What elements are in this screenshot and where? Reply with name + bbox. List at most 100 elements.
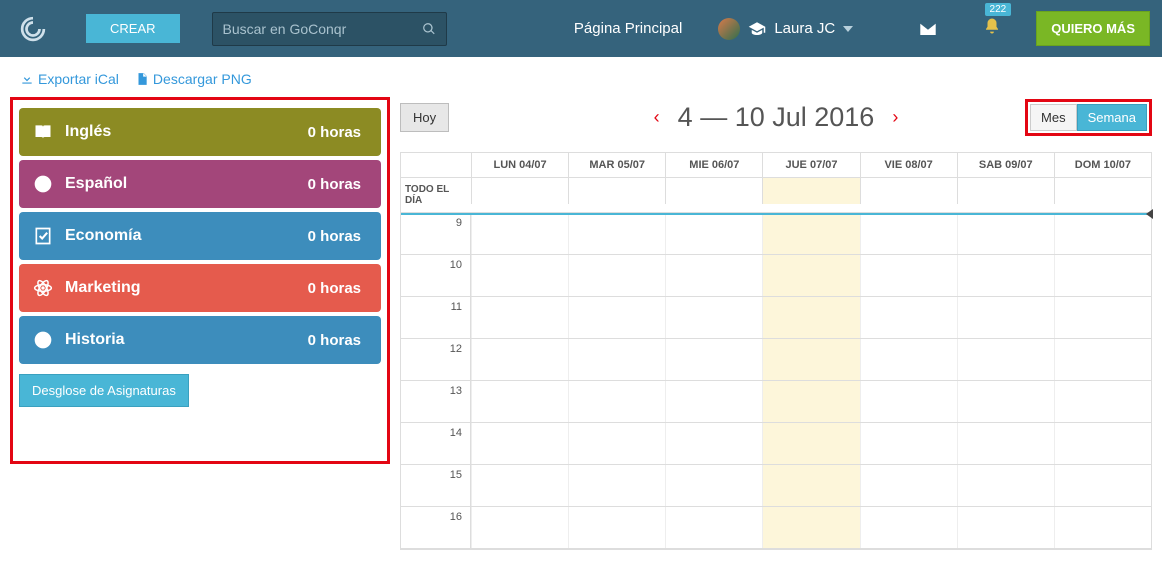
subject-row[interactable]: Marketing0 horas xyxy=(19,264,381,312)
time-cell[interactable] xyxy=(762,381,859,422)
month-view-button[interactable]: Mes xyxy=(1030,104,1077,131)
time-cell[interactable] xyxy=(471,465,568,506)
subject-row[interactable]: Español0 horas xyxy=(19,160,381,208)
calendar-grid: LUN 04/07MAR 05/07MIE 06/07JUE 07/07VIE … xyxy=(400,152,1152,550)
upgrade-button[interactable]: QUIERO MÁS xyxy=(1036,11,1150,46)
create-button[interactable]: CREAR xyxy=(86,14,180,43)
collapse-caret-icon[interactable] xyxy=(1146,209,1153,219)
time-cell[interactable] xyxy=(471,339,568,380)
time-cell[interactable] xyxy=(957,213,1054,254)
prev-week-button[interactable]: ‹ xyxy=(654,107,660,128)
time-cell[interactable] xyxy=(1054,507,1151,548)
time-cell[interactable] xyxy=(1054,423,1151,464)
all-day-cell[interactable] xyxy=(762,178,859,204)
time-cell[interactable] xyxy=(762,213,859,254)
time-cell[interactable] xyxy=(957,465,1054,506)
time-cell[interactable] xyxy=(665,297,762,338)
subject-row[interactable]: Economía0 horas xyxy=(19,212,381,260)
week-view-button[interactable]: Semana xyxy=(1077,104,1147,131)
subject-breakdown-button[interactable]: Desglose de Asignaturas xyxy=(19,374,189,407)
time-cell[interactable] xyxy=(665,465,762,506)
hour-row: 12 xyxy=(401,339,1151,381)
time-cell[interactable] xyxy=(665,255,762,296)
hour-label: 14 xyxy=(401,423,471,464)
time-cell[interactable] xyxy=(762,423,859,464)
all-day-cell[interactable] xyxy=(1054,178,1151,204)
home-link[interactable]: Página Principal xyxy=(574,20,682,37)
time-cell[interactable] xyxy=(860,255,957,296)
time-cell[interactable] xyxy=(1054,339,1151,380)
time-cell[interactable] xyxy=(568,423,665,464)
time-cell[interactable] xyxy=(471,381,568,422)
time-cell[interactable] xyxy=(471,213,568,254)
all-day-cell[interactable] xyxy=(568,178,665,204)
search-box[interactable] xyxy=(212,12,447,46)
time-cell[interactable] xyxy=(1054,213,1151,254)
subject-row[interactable]: Inglés0 horas xyxy=(19,108,381,156)
time-cell[interactable] xyxy=(471,297,568,338)
time-cell[interactable] xyxy=(471,507,568,548)
time-cell[interactable] xyxy=(860,423,957,464)
hour-label: 10 xyxy=(401,255,471,296)
time-cell[interactable] xyxy=(860,339,957,380)
time-cell[interactable] xyxy=(957,297,1054,338)
time-cell[interactable] xyxy=(1054,465,1151,506)
download-png-label: Descargar PNG xyxy=(153,71,252,87)
time-cell[interactable] xyxy=(957,255,1054,296)
time-cell[interactable] xyxy=(568,213,665,254)
all-day-cell[interactable] xyxy=(665,178,762,204)
avatar xyxy=(718,18,740,40)
time-cell[interactable] xyxy=(957,381,1054,422)
time-cell[interactable] xyxy=(471,255,568,296)
time-cell[interactable] xyxy=(762,507,859,548)
time-cell[interactable] xyxy=(762,297,859,338)
time-cell[interactable] xyxy=(665,339,762,380)
time-cell[interactable] xyxy=(1054,381,1151,422)
today-button[interactable]: Hoy xyxy=(400,103,449,132)
subject-hours: 0 horas xyxy=(308,176,361,193)
time-cell[interactable] xyxy=(568,255,665,296)
subject-row[interactable]: Historia0 horas xyxy=(19,316,381,364)
time-cell[interactable] xyxy=(957,339,1054,380)
time-cell[interactable] xyxy=(762,255,859,296)
time-cell[interactable] xyxy=(860,297,957,338)
mail-icon[interactable] xyxy=(918,19,938,39)
time-cell[interactable] xyxy=(762,465,859,506)
download-png-link[interactable]: Descargar PNG xyxy=(135,71,252,87)
time-cell[interactable] xyxy=(1054,297,1151,338)
time-cell[interactable] xyxy=(665,423,762,464)
search-input[interactable] xyxy=(223,21,422,37)
time-cell[interactable] xyxy=(860,213,957,254)
subject-hours: 0 horas xyxy=(308,124,361,141)
time-cell[interactable] xyxy=(568,381,665,422)
calendar-body[interactable]: 910111213141516 xyxy=(401,213,1151,549)
time-cell[interactable] xyxy=(665,381,762,422)
time-cell[interactable] xyxy=(1054,255,1151,296)
day-header: VIE 08/07 xyxy=(860,153,957,177)
day-header: DOM 10/07 xyxy=(1054,153,1151,177)
time-cell[interactable] xyxy=(568,465,665,506)
time-cell[interactable] xyxy=(568,339,665,380)
time-cell[interactable] xyxy=(860,465,957,506)
time-cell[interactable] xyxy=(665,213,762,254)
notifications[interactable]: 222 xyxy=(983,17,1001,40)
all-day-cell[interactable] xyxy=(957,178,1054,204)
time-cell[interactable] xyxy=(471,423,568,464)
time-cell[interactable] xyxy=(957,507,1054,548)
all-day-cell[interactable] xyxy=(860,178,957,204)
bell-icon xyxy=(983,17,1001,35)
all-day-cell[interactable] xyxy=(471,178,568,204)
help-icon xyxy=(33,330,53,350)
export-ical-link[interactable]: Exportar iCal xyxy=(20,71,119,87)
time-cell[interactable] xyxy=(568,507,665,548)
time-cell[interactable] xyxy=(568,297,665,338)
time-cell[interactable] xyxy=(762,339,859,380)
time-cell[interactable] xyxy=(665,507,762,548)
time-cell[interactable] xyxy=(860,381,957,422)
user-menu[interactable]: Laura JC xyxy=(718,18,853,40)
next-week-button[interactable]: › xyxy=(892,107,898,128)
time-cell[interactable] xyxy=(860,507,957,548)
day-header: MIE 06/07 xyxy=(665,153,762,177)
time-cell[interactable] xyxy=(957,423,1054,464)
app-header: CREAR Página Principal Laura JC 222 QUIE… xyxy=(0,0,1162,57)
